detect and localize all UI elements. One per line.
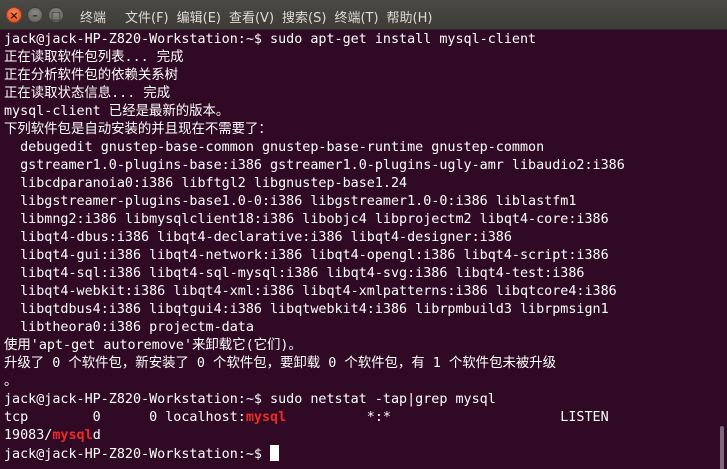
terminal-line: gstreamer1.0-plugins-base:i386 gstreamer… — [4, 158, 625, 173]
menu-bar: × – □ 终端 文件(F) 编辑(E) 查看(V) 搜索(S) 终端(T) 帮… — [0, 0, 727, 30]
grep-match: mysql — [52, 428, 93, 443]
terminal-line: 。 — [4, 374, 18, 389]
terminal-line: jack@jack-HP-Z820-Workstation:~$ sudo ne… — [4, 392, 496, 407]
terminal-line: libmng2:i386 libmysqlclient18:i386 libob… — [4, 212, 609, 227]
close-button[interactable]: × — [6, 7, 22, 23]
menu-view[interactable]: 查看(V) — [225, 7, 278, 26]
prompt-line[interactable]: jack@jack-HP-Z820-Workstation:~$ — [4, 445, 280, 463]
terminal-line: 升级了 0 个软件包，新安装了 0 个软件包，要卸载 0 个软件包，有 1 个软… — [4, 356, 557, 371]
terminal-line: libqt4-webkit:i386 libqt4-xml:i386 libqt… — [4, 284, 617, 299]
pid-prefix: 19083/ — [4, 428, 53, 443]
menu-terminal[interactable]: 终端(T) — [330, 7, 382, 26]
netstat-proto: tcp — [4, 410, 29, 425]
menu-items: 文件(F) 编辑(E) 查看(V) 搜索(S) 终端(T) 帮助(H) — [121, 7, 436, 26]
netstat-output-line: tcp 0 0 localhost:mysql *:* LISTEN — [4, 409, 609, 427]
window-title: 终端 — [80, 11, 107, 26]
close-icon: × — [9, 8, 19, 22]
pid-output-line: 19083/mysqld — [4, 427, 101, 445]
scrollbar-thumb[interactable] — [720, 426, 724, 469]
minimize-button[interactable]: – — [27, 7, 43, 23]
terminal-output[interactable]: jack@jack-HP-Z820-Workstation:~$ sudo ap… — [0, 30, 712, 469]
terminal-line: 使用'apt-get autoremove'来卸载它(它们)。 — [4, 338, 302, 353]
shell-prompt: jack@jack-HP-Z820-Workstation:~$ — [4, 447, 271, 462]
text-cursor — [270, 445, 280, 461]
terminal-line: libqt4-gui:i386 libqt4-network:i386 libq… — [4, 248, 609, 263]
scrollbar[interactable] — [712, 30, 727, 469]
terminal-line: jack@jack-HP-Z820-Workstation:~$ sudo ap… — [4, 32, 537, 47]
terminal-line: debugedit gnustep-base-common gnustep-ba… — [4, 140, 545, 155]
terminal-line: libtheora0:i386 projectm-data — [4, 320, 254, 335]
terminal-line: 下列软件包是自动安装的并且现在不需要了： — [4, 122, 272, 137]
terminal-line: 正在读取软件包列表... 完成 — [4, 50, 184, 65]
terminal-line: libqt4-dbus:i386 libqt4-declarative:i386… — [4, 230, 512, 245]
terminal-line: libqt4-sql:i386 libqt4-sql-mysql:i386 li… — [4, 266, 585, 281]
terminal-line: mysql-client 已经是最新的版本。 — [4, 104, 230, 119]
terminal-line: 正在分析软件包的依赖关系树 — [4, 68, 179, 83]
terminal-line: 正在读取状态信息... 完成 — [4, 86, 171, 101]
terminal-line: libqtdbus4:i386 libqtgui4:i386 libqtwebk… — [4, 302, 609, 317]
pid-suffix: d — [92, 428, 101, 443]
netstat-counts: 0 0 localhost: — [28, 410, 246, 425]
maximize-button[interactable]: □ — [48, 7, 64, 23]
grep-match: mysql — [245, 410, 287, 425]
menu-help[interactable]: 帮助(H) — [383, 7, 437, 26]
minimize-icon: – — [32, 8, 38, 22]
menu-edit[interactable]: 编辑(E) — [173, 7, 225, 26]
terminal-line: libgstreamer-plugins-base1.0-0:i386 libg… — [4, 194, 577, 209]
terminal-line: libcdparanoia0:i386 libftgl2 libgnustep-… — [4, 176, 408, 191]
maximize-icon: □ — [50, 8, 62, 22]
menu-file[interactable]: 文件(F) — [121, 7, 173, 26]
terminal-window: × – □ 终端 文件(F) 编辑(E) 查看(V) 搜索(S) 终端(T) 帮… — [0, 0, 727, 469]
menu-search[interactable]: 搜索(S) — [278, 7, 330, 26]
netstat-rest: *:* LISTEN — [286, 410, 609, 425]
